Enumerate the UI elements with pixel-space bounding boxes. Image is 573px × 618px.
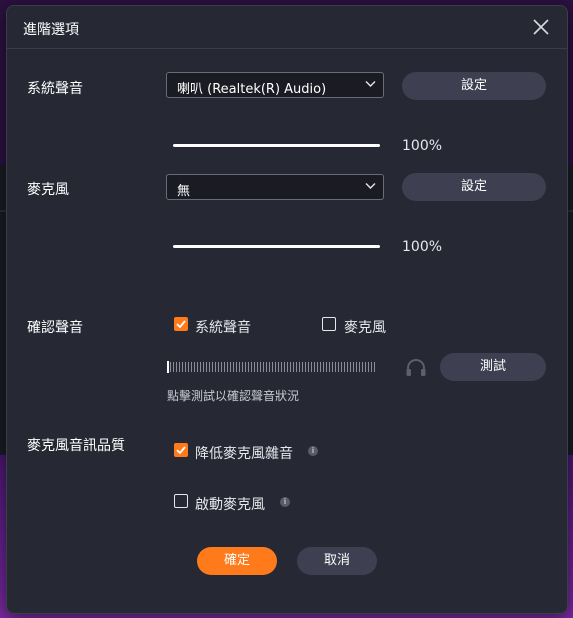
microphone-device-select[interactable]: 無 (166, 174, 384, 200)
system-audio-settings-button[interactable]: 設定 (402, 72, 546, 100)
checkmark-icon (176, 446, 186, 455)
confirm-microphone-checkbox[interactable] (322, 317, 336, 331)
close-icon[interactable] (529, 15, 553, 39)
noise-reduction-info-icon[interactable]: i (308, 446, 318, 456)
dialog-title: 進階選項 (23, 22, 79, 38)
headphones-icon (406, 359, 426, 376)
system-audio-volume-slider[interactable] (173, 144, 380, 147)
chevron-down-icon (365, 81, 376, 87)
checkmark-icon (176, 320, 186, 329)
ok-button[interactable]: 確定 (197, 547, 277, 575)
microphone-label: 麥克風 (27, 182, 69, 198)
title-divider (7, 48, 567, 49)
microphone-volume-slider[interactable] (173, 245, 380, 248)
noise-reduction-label: 降低麥克風雜音 (195, 446, 293, 462)
chevron-down-icon (365, 183, 376, 189)
confirm-system-audio-checkbox[interactable] (174, 317, 188, 331)
confirm-system-audio-label: 系統聲音 (195, 320, 251, 336)
enable-microphone-label: 啟動麥克風 (195, 497, 265, 513)
mic-quality-label: 麥克風音訊品質 (27, 438, 125, 454)
microphone-device-value: 無 (177, 184, 191, 199)
system-audio-device-value: 喇叭 (Realtek(R) Audio) (177, 82, 327, 97)
enable-microphone-info-icon[interactable]: i (280, 497, 290, 507)
microphone-volume-value: 100% (402, 239, 443, 255)
cancel-button[interactable]: 取消 (297, 547, 377, 575)
confirm-audio-label: 確認聲音 (27, 320, 83, 336)
system-audio-volume-value: 100% (402, 138, 443, 154)
microphone-settings-button[interactable]: 設定 (402, 173, 546, 201)
advanced-options-dialog: 進階選項 系統聲音 喇叭 (Realtek(R) Audio) 設定 100% … (6, 5, 568, 614)
audio-level-meter (167, 362, 377, 372)
confirm-microphone-label: 麥克風 (344, 320, 386, 336)
noise-reduction-checkbox[interactable] (174, 443, 188, 457)
system-audio-device-select[interactable]: 喇叭 (Realtek(R) Audio) (166, 72, 384, 98)
audio-level-indicator (167, 361, 169, 373)
test-audio-button[interactable]: 測試 (440, 353, 546, 381)
enable-microphone-checkbox[interactable] (174, 494, 188, 508)
system-audio-label: 系統聲音 (27, 81, 83, 97)
test-hint-text: 點擊測試以確認聲音狀況 (167, 389, 300, 403)
